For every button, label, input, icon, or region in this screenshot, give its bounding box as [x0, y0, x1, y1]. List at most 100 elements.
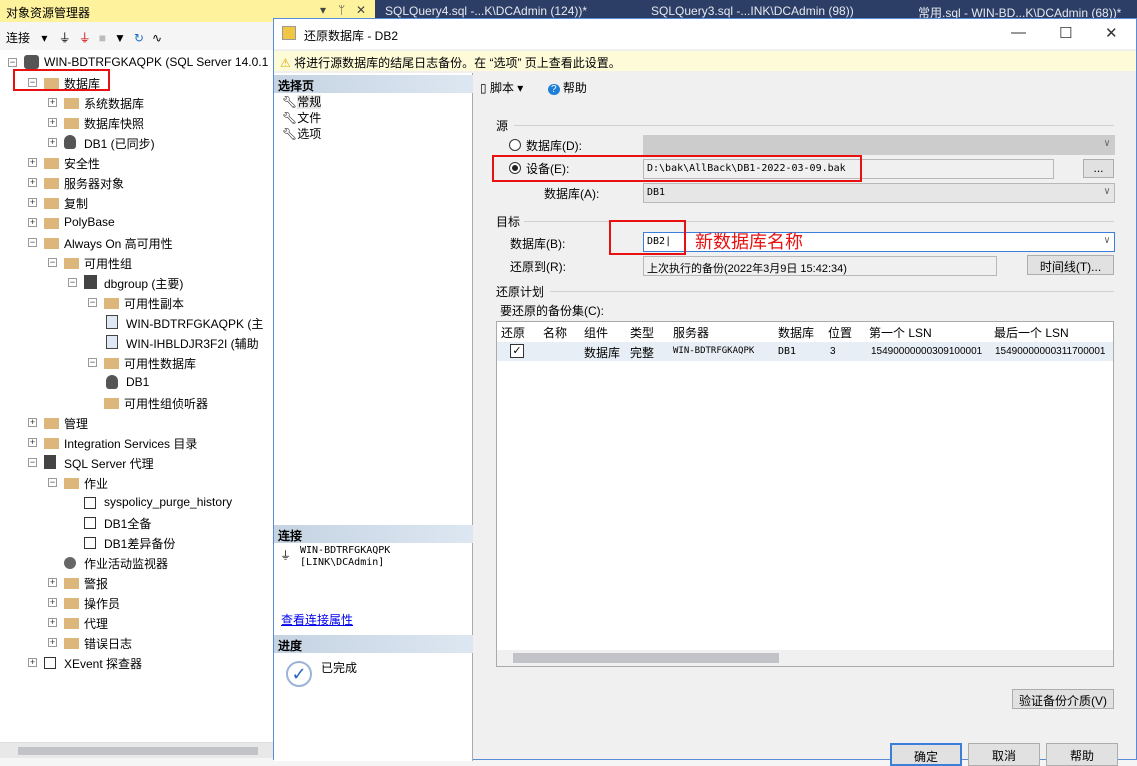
- folder-icon: [44, 158, 59, 169]
- tree-item[interactable]: 可用性组侦听器: [0, 394, 273, 412]
- horizontal-scrollbar[interactable]: [0, 742, 273, 758]
- expand-icon[interactable]: +: [48, 98, 57, 107]
- tree-item[interactable]: + 服务器对象: [0, 174, 273, 192]
- pin-icon[interactable]: ᛘ: [338, 3, 345, 17]
- collapse-icon[interactable]: −: [48, 258, 57, 267]
- column-header[interactable]: 类型: [630, 324, 654, 341]
- tree-item[interactable]: − SQL Server 代理: [0, 454, 273, 472]
- expand-icon[interactable]: +: [28, 418, 37, 427]
- source-database-label: 数据库(D):: [526, 139, 582, 153]
- tree-item[interactable]: + 警报: [0, 574, 273, 592]
- view-connection-properties-link[interactable]: 查看连接属性: [281, 611, 353, 628]
- tree-item[interactable]: − 可用性数据库: [0, 354, 273, 372]
- tree-item[interactable]: WIN-BDTRFGKAQPK (主: [0, 314, 273, 332]
- source-db-select[interactable]: DB1 ∨: [643, 183, 1115, 203]
- column-header[interactable]: 最后一个 LSN: [994, 324, 1069, 341]
- close-button[interactable]: ✕: [1105, 24, 1118, 42]
- grid-horizontal-scrollbar[interactable]: [497, 650, 1113, 666]
- tree-item[interactable]: + XEvent 探查器: [0, 654, 273, 672]
- help-button[interactable]: 帮助: [1046, 743, 1118, 766]
- tab-sqlquery4[interactable]: SQLQuery4.sql -...K\DCAdmin (124))*: [385, 4, 587, 18]
- tree-item[interactable]: − dbgroup (主要): [0, 274, 273, 292]
- tree-item[interactable]: DB1全备: [0, 514, 273, 532]
- column-header[interactable]: 数据库: [778, 324, 814, 341]
- browse-device-button[interactable]: ...: [1083, 159, 1114, 178]
- expand-icon[interactable]: +: [48, 638, 57, 647]
- tree-item-label: 管理: [64, 417, 89, 431]
- help-toolbar-button[interactable]: ? 帮助: [548, 79, 587, 96]
- tree-item[interactable]: + 错误日志: [0, 634, 273, 652]
- tree-item[interactable]: − 可用性副本: [0, 294, 273, 312]
- verify-backup-media-button[interactable]: 验证备份介质(V): [1012, 689, 1114, 709]
- column-header[interactable]: 还原: [501, 324, 525, 341]
- connect-plug-icon[interactable]: ⏚: [59, 29, 71, 46]
- column-header[interactable]: 第一个 LSN: [869, 324, 932, 341]
- minimize-button[interactable]: —: [1011, 24, 1026, 41]
- tree-item[interactable]: + 复制: [0, 194, 273, 212]
- tree-item[interactable]: 作业活动监视器: [0, 554, 273, 572]
- dropdown-icon[interactable]: ▾: [320, 3, 326, 17]
- tree-item[interactable]: + Integration Services 目录: [0, 434, 273, 452]
- tree-item[interactable]: + 管理: [0, 414, 273, 432]
- tree-item[interactable]: + DB1 (已同步): [0, 134, 273, 152]
- expand-icon[interactable]: +: [28, 178, 37, 187]
- tab-sqlquery3[interactable]: SQLQuery3.sql -...INK\DCAdmin (98)): [651, 4, 854, 18]
- tree-item[interactable]: − 可用性组: [0, 254, 273, 272]
- tree-item[interactable]: − Always On 高可用性: [0, 234, 273, 252]
- collapse-icon[interactable]: −: [88, 358, 97, 367]
- column-header[interactable]: 位置: [828, 324, 852, 341]
- activity-icon[interactable]: ∿: [152, 31, 162, 45]
- tree-item[interactable]: − 作业: [0, 474, 273, 492]
- filter-icon[interactable]: ▼: [114, 31, 126, 45]
- expand-icon[interactable]: +: [48, 578, 57, 587]
- page-files[interactable]: 🔧︎文件: [282, 109, 321, 126]
- tree-item[interactable]: DB1差异备份: [0, 534, 273, 552]
- collapse-icon[interactable]: −: [8, 58, 17, 67]
- timeline-button[interactable]: 时间线(T)...: [1027, 255, 1114, 275]
- column-header[interactable]: 名称: [543, 324, 567, 341]
- expand-icon[interactable]: +: [28, 198, 37, 207]
- expand-icon[interactable]: +: [48, 598, 57, 607]
- cancel-button[interactable]: 取消: [968, 743, 1040, 766]
- disconnect-icon[interactable]: ⏚: [79, 29, 91, 46]
- expand-icon[interactable]: +: [28, 658, 37, 667]
- stop-icon[interactable]: ■: [99, 31, 106, 45]
- tree-item[interactable]: + 安全性: [0, 154, 273, 172]
- collapse-icon[interactable]: −: [88, 298, 97, 307]
- refresh-icon[interactable]: ↻: [134, 31, 144, 45]
- collapse-icon[interactable]: −: [48, 478, 57, 487]
- chevron-down-icon: ∨: [1103, 235, 1110, 246]
- column-header[interactable]: 服务器: [673, 324, 709, 341]
- tree-item[interactable]: WIN-IHBLDJR3F2I (辅助: [0, 334, 273, 352]
- expand-icon[interactable]: +: [48, 118, 57, 127]
- tree-item[interactable]: DB1: [0, 374, 273, 392]
- expand-icon[interactable]: +: [28, 438, 37, 447]
- expand-icon[interactable]: +: [48, 138, 57, 147]
- tree-item-label: XEvent 探查器: [64, 657, 143, 671]
- tree-item[interactable]: syspolicy_purge_history: [0, 494, 273, 512]
- tree-item[interactable]: + 数据库快照: [0, 114, 273, 132]
- expand-icon[interactable]: +: [48, 618, 57, 627]
- close-icon[interactable]: ✕: [356, 3, 366, 17]
- tree-item[interactable]: + PolyBase: [0, 214, 273, 232]
- connect-button[interactable]: 连接 ▾: [6, 29, 47, 46]
- tree-item[interactable]: + 代理: [0, 614, 273, 632]
- source-database-select[interactable]: ∨: [643, 135, 1115, 155]
- collapse-icon[interactable]: −: [28, 238, 37, 247]
- script-button[interactable]: ▯ 脚本 ▾: [480, 79, 523, 96]
- column-header[interactable]: 组件: [584, 324, 608, 341]
- tree-item[interactable]: + 操作员: [0, 594, 273, 612]
- restore-checkbox[interactable]: ✓: [510, 344, 524, 358]
- page-options[interactable]: 🔧︎选项: [282, 125, 321, 142]
- scrollbar-thumb[interactable]: [513, 653, 779, 663]
- scrollbar-thumb[interactable]: [18, 747, 258, 755]
- collapse-icon[interactable]: −: [68, 278, 77, 287]
- expand-icon[interactable]: +: [28, 158, 37, 167]
- maximize-button[interactable]: ☐: [1059, 24, 1072, 42]
- source-database-radio[interactable]: [509, 139, 521, 151]
- collapse-icon[interactable]: −: [28, 458, 37, 467]
- tree-item[interactable]: + 系统数据库: [0, 94, 273, 112]
- ok-button[interactable]: 确定: [890, 743, 962, 766]
- expand-icon[interactable]: +: [28, 218, 37, 227]
- page-general[interactable]: 🔧︎常规: [282, 93, 322, 110]
